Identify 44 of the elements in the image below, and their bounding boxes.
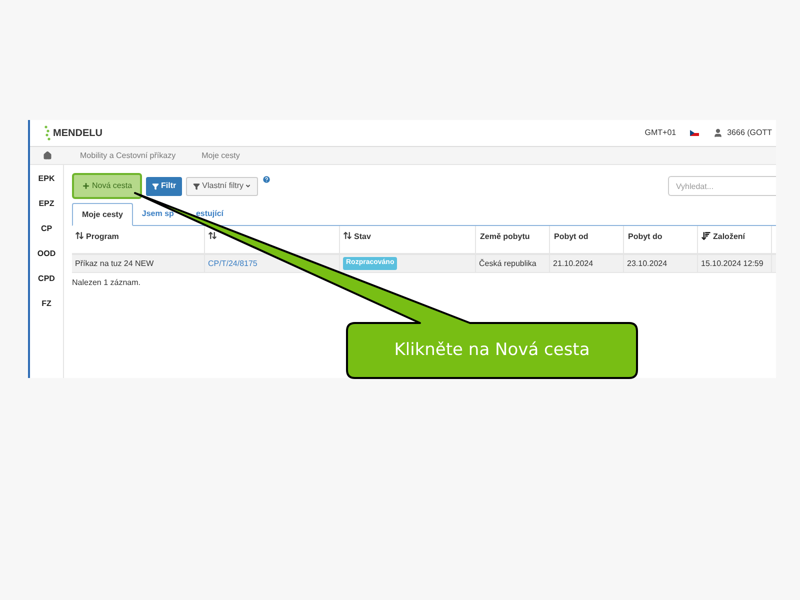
timezone-label: GMT+01 [644, 127, 676, 139]
filter-icon [193, 182, 200, 190]
sidebar-item[interactable]: FZ [42, 298, 52, 310]
tab[interactable]: Moje cesty [72, 203, 133, 226]
plus-icon [82, 182, 90, 190]
column-header[interactable]: Založení [713, 231, 746, 243]
logo-dots-icon [44, 125, 52, 141]
user-name[interactable]: 3666 (GOTT [727, 127, 772, 139]
column-header[interactable]: Program [86, 231, 119, 243]
filter-button[interactable]: Filtr [146, 176, 182, 196]
breadcrumb-item[interactable]: Moje cesty [186, 150, 250, 162]
table-cell: 21.10.2024 [553, 258, 594, 270]
sidebar-item[interactable]: EPZ [38, 198, 54, 210]
czech-flag-icon[interactable] [690, 130, 700, 136]
sort-icon[interactable] [208, 231, 217, 240]
sort-icon[interactable] [75, 231, 84, 240]
table-cell: Česká republika [479, 258, 536, 270]
sort-descending-icon[interactable] [701, 231, 711, 241]
table-cell: 15.10.2024 12:59 [701, 258, 764, 270]
filter-icon [152, 182, 160, 190]
sort-icon[interactable] [343, 231, 352, 240]
column-header[interactable]: Země pobytu [480, 231, 530, 243]
column-header[interactable]: Stav [354, 231, 371, 243]
trip-link[interactable]: CP/T/24/8175 [208, 258, 258, 270]
help-icon[interactable] [262, 175, 272, 184]
caret-icon [245, 183, 252, 189]
column-header[interactable]: Pobyt od [554, 231, 588, 243]
callout-text: Klikněte na Nová cesta [393, 338, 591, 362]
tab[interactable]: Jsem sp estující [132, 202, 233, 225]
sidebar-item[interactable]: OOD [37, 248, 56, 260]
table-cell: Příkaz na tuz 24 NEW [75, 258, 154, 270]
home-icon[interactable] [42, 151, 52, 160]
column-header[interactable]: Pobyt do [628, 231, 662, 243]
breadcrumb-item[interactable]: Mobility a Cestovní příkazy [64, 150, 186, 162]
sidebar-item[interactable]: CPD [38, 273, 55, 285]
search-field[interactable]: Vyhledat... [668, 176, 776, 196]
sidebar-item[interactable]: CP [40, 223, 52, 235]
user-icon [713, 128, 724, 138]
new-trip-button[interactable]: Nová cesta [72, 173, 142, 199]
result-count: Nalezen 1 záznam. [72, 277, 142, 289]
logo: MENDELU [53, 127, 102, 141]
sidebar-item[interactable]: EPK [38, 173, 55, 185]
table-cell: 23.10.2024 [627, 258, 668, 270]
custom-filters-button[interactable]: Vlastní filtry [186, 176, 258, 196]
